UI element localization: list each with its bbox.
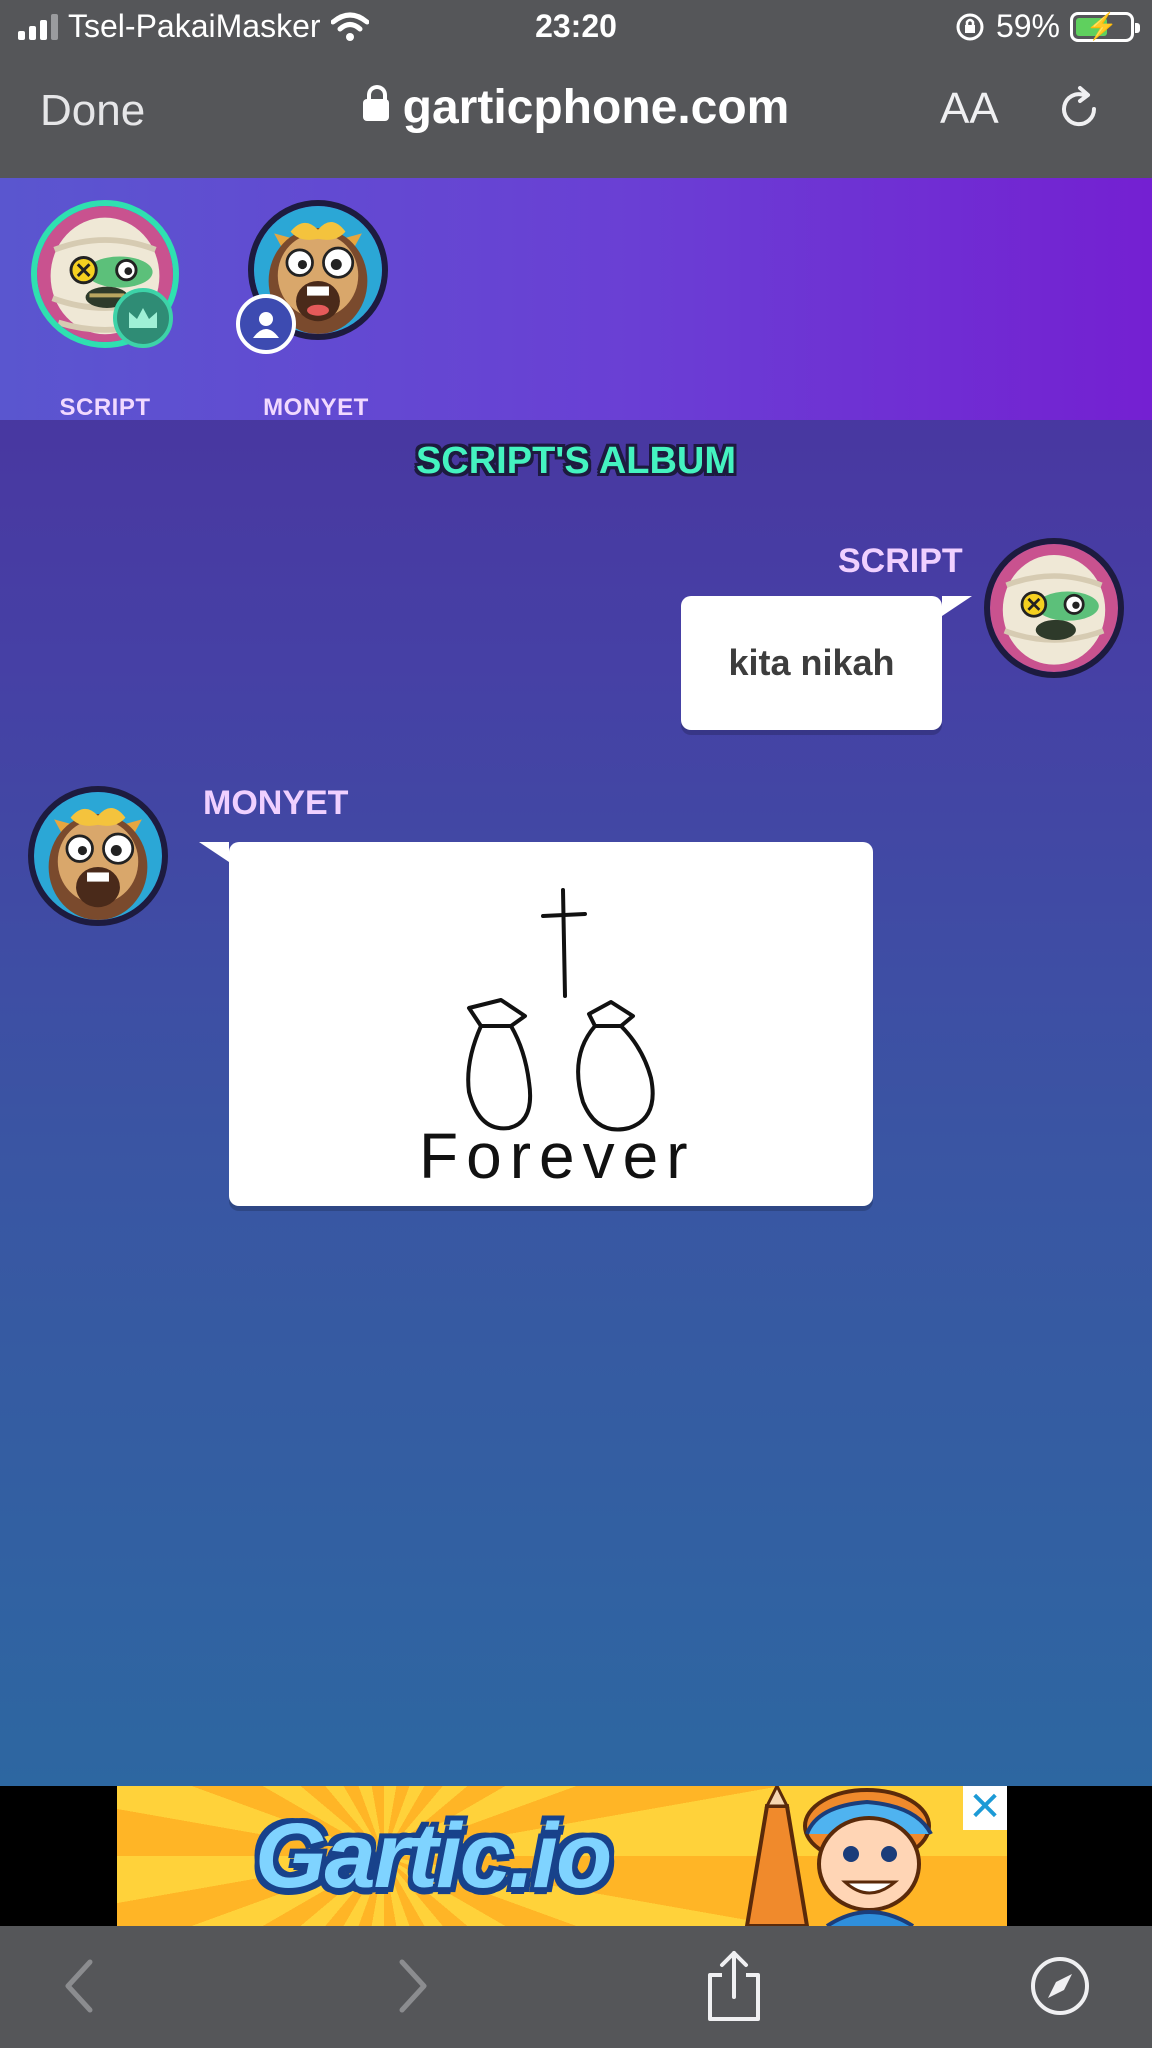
- browser-toolbar: [0, 1926, 1152, 2048]
- user-icon: [253, 312, 279, 338]
- share-icon: [708, 1951, 760, 2021]
- ad-banner[interactable]: Gartic.io ✕: [117, 1786, 1007, 1926]
- battery-percent: 59%: [995, 8, 1060, 44]
- ad-mascot-image: [744, 1786, 933, 1926]
- entry-avatar-mummy: [984, 538, 1124, 678]
- entry-avatar-llama: [28, 786, 168, 926]
- safari-compass-button[interactable]: [1020, 1946, 1100, 2026]
- host-crown-badge: [113, 288, 173, 348]
- album-title: SCRIPT'S ALBUM: [415, 440, 737, 482]
- bubble-tail: [199, 842, 229, 862]
- compass-icon: [1031, 1957, 1089, 2015]
- game-area: SCRIPT MONYET SCRIPT'S ALBUM SCRIPT kita…: [0, 178, 1152, 1786]
- player-badge: [236, 294, 296, 354]
- text-size-button[interactable]: AA: [940, 84, 999, 134]
- drawing-text: Forever: [419, 1120, 696, 1192]
- chevron-left-icon: [65, 1959, 93, 2013]
- reload-icon[interactable]: [1054, 84, 1104, 134]
- ad-close-button[interactable]: ✕: [963, 1786, 1007, 1830]
- bubble-tail: [942, 596, 972, 616]
- player-name: MONYET: [263, 394, 369, 421]
- entry-author: MONYET: [203, 784, 349, 822]
- ad-brand-logo: Gartic.io: [255, 1805, 612, 1907]
- drawing-bubble: Forever: [229, 842, 873, 1206]
- players-bar: SCRIPT MONYET: [0, 178, 1152, 421]
- orientation-lock-icon: [956, 13, 984, 40]
- forward-button[interactable]: [372, 1946, 452, 2026]
- share-button[interactable]: [694, 1946, 774, 2026]
- entry-author: SCRIPT: [838, 542, 963, 580]
- text-bubble: kita nikah: [681, 596, 942, 730]
- battery-icon: ⚡: [1070, 10, 1140, 42]
- llama-avatar-image: [34, 792, 162, 920]
- crown-icon: [129, 308, 157, 328]
- lock-icon: [362, 85, 389, 121]
- status-right: 59% ⚡: [954, 8, 1140, 45]
- ad-strip: Gartic.io ✕: [0, 1786, 1152, 1926]
- chevron-right-icon: [399, 1959, 427, 2013]
- mummy-avatar-image: [990, 544, 1118, 672]
- drawing-canvas: Forever: [419, 888, 696, 1192]
- back-button[interactable]: [40, 1946, 120, 2026]
- player-name: SCRIPT: [59, 394, 151, 421]
- charging-bolt-icon: ⚡: [1085, 10, 1119, 41]
- entry-text: kita nikah: [728, 642, 895, 683]
- browser-top-bar: Done garticphone.com AA: [0, 58, 1152, 178]
- url-text: garticphone.com: [402, 81, 790, 134]
- status-bar: Tsel-PakaiMasker 23:20 59% ⚡: [0, 0, 1152, 58]
